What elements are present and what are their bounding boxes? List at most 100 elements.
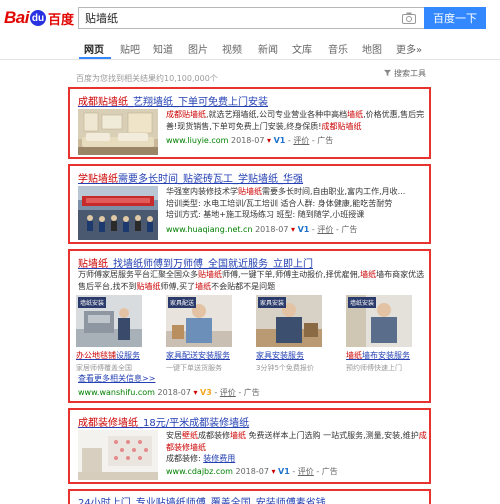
tab-zhidao[interactable]: 知道 <box>153 41 173 56</box>
result-url[interactable]: www.wanshifu.com <box>78 388 155 397</box>
search-result-3: 贴墙纸_找墙纸师傅到万师傅_全国就近服务_立即上门 万师傅家居服务平台汇聚全国众… <box>68 249 431 403</box>
ad-label: 广告 <box>321 467 338 476</box>
desc-text: 成都装修 <box>198 431 230 440</box>
baidu-logo[interactable]: Bai du 百度 <box>4 8 74 28</box>
tab-more[interactable]: 更多» <box>396 41 422 56</box>
tab-tieba[interactable]: 贴吧 <box>120 41 140 56</box>
result-title-rest: 需要多长时间_贴瓷砖瓦工_学贴墙纸_华强 <box>118 174 303 185</box>
result-count: 百度为您找到相关结果约10,100,000个 <box>76 74 218 83</box>
search-tools[interactable]: 搜索工具 <box>384 68 426 79</box>
result-title[interactable]: 学贴墙纸需要多长时间_贴瓷砖瓦工_学贴墙纸_华强 <box>78 170 423 185</box>
tab-images[interactable]: 图片 <box>188 41 208 56</box>
result-title-highlight: 学贴墙纸 <box>78 174 118 185</box>
sub-link-desc: 一键下单送货服务 <box>166 364 222 372</box>
tab-wenku[interactable]: 文库 <box>292 41 312 56</box>
result-date: 2018-07 <box>255 225 289 234</box>
result-url[interactable]: www.cdajbz.com <box>166 467 233 476</box>
ad-label: 广告 <box>341 225 358 234</box>
search-box[interactable] <box>78 7 424 29</box>
desc-text: 华强室内装修技术学 <box>166 187 238 196</box>
sub-link-image[interactable]: 家具安装 <box>256 295 322 347</box>
highlight-text: 贴墙纸 <box>198 270 222 279</box>
sub-link-title[interactable]: 家具安装服务 <box>256 350 322 361</box>
sub-link-title[interactable]: 家具配送安装服务 <box>166 350 232 361</box>
result-title-highlight: 成都装修墙纸 <box>78 418 138 429</box>
desc-text: 培训类型: 水电工培训/瓦工培训 适合人群: 身体健康,能吃苦耐劳 <box>166 198 393 208</box>
highlight-text: 壁纸 <box>182 431 198 440</box>
sub-link-title[interactable]: 墙纸墙布安装服务 <box>346 350 412 361</box>
sub-link-image[interactable]: 墙纸安装 <box>76 295 142 347</box>
result-date: 2018-07 <box>157 388 191 397</box>
sub-link[interactable]: 装修费用 <box>203 454 235 463</box>
tab-video[interactable]: 视频 <box>222 41 242 56</box>
sub-link-image[interactable]: 墙纸安装 <box>346 295 412 347</box>
sub-link-card[interactable]: 家具配送 家具配送安装服务 一键下单送货服务 <box>166 295 232 373</box>
eval-link[interactable]: 评价 <box>293 136 309 145</box>
result-description: 成都贴墙纸,就选艺翔墙纸,公司专业营业各种中高档墙纸,价格优惠,售后完善!现货销… <box>166 109 428 132</box>
highlight-text: 墙纸 <box>195 281 212 291</box>
sub-link-title[interactable]: 办公地毯铺设服务 <box>76 350 142 361</box>
result-url-line: www.huaqiang.net.cn 2018-07 ▾ V1 - 评价 - … <box>166 225 358 234</box>
result-title-highlight: 成都贴墙纸 <box>78 97 128 108</box>
v-badge[interactable]: V1 <box>278 467 290 476</box>
result-description: 万师傅家居服务平台汇聚全国众多贴墙纸师傅,一键下单,师傅主动报价,择优雇佣,墙纸… <box>78 269 428 292</box>
logo-text-cn: 百度 <box>47 12 74 28</box>
search-button[interactable]: 百度一下 <box>424 7 486 29</box>
dropdown-arrow-icon[interactable]: ▾ <box>271 467 275 476</box>
sub-link-row: 成都装修: 装修费用 <box>166 453 235 465</box>
tab-map[interactable]: 地图 <box>362 41 382 56</box>
eval-link[interactable]: 评价 <box>298 467 314 476</box>
sub-link-desc: 3分钟5个免费报价 <box>256 364 314 372</box>
desc-text: 师傅,一键下单,师傅主动报价,择优雇佣, <box>222 270 361 279</box>
sub-link-card[interactable]: 墙纸安装 墙纸墙布安装服务 预约师傅快速上门 <box>346 295 412 373</box>
result-title[interactable]: 贴墙纸_找墙纸师傅到万师傅_全国就近服务_立即上门 <box>78 255 423 270</box>
result-title[interactable]: 成都贴墙纸_艺翔墙纸_下单可免费上门安装 <box>78 93 423 108</box>
sub-link-prefix: 成都装修: <box>166 454 201 463</box>
result-title[interactable]: 24小时上门_专业贴墙纸师傅_覆盖全国_安装师傅素省钱 <box>78 494 423 504</box>
result-date: 2018-07 <box>235 467 269 476</box>
sub-link-card[interactable]: 墙纸安装 办公地毯铺设服务 家居师傅覆盖全国 <box>76 295 142 373</box>
dropdown-arrow-icon[interactable]: ▾ <box>193 388 197 397</box>
result-title-rest: _18元/平米成都装修墙纸 <box>138 418 250 429</box>
tab-news[interactable]: 新闻 <box>258 41 278 56</box>
sub-link-tag: 家具安装 <box>258 297 287 308</box>
result-url[interactable]: www.huaqiang.net.cn <box>166 225 253 234</box>
result-thumbnail[interactable] <box>78 186 158 240</box>
eval-link[interactable]: 评价 <box>317 225 333 234</box>
result-thumbnail[interactable] <box>78 430 158 480</box>
tab-web[interactable]: 网页 <box>84 41 104 56</box>
search-tools-label: 搜索工具 <box>394 69 426 78</box>
highlight-text: 成都贴墙纸 <box>166 110 206 119</box>
sub-link-tag: 墙纸安装 <box>348 297 377 308</box>
result-description: 安居壁纸成都装修墙纸 免费送样本上门选购 一站式服务,测量,安装,维护成都装修墙… <box>166 430 428 453</box>
search-result-4: 成都装修墙纸_18元/平米成都装修墙纸 安居壁纸成都装修墙纸 免费送样本上门选购… <box>68 408 431 484</box>
search-result-1: 成都贴墙纸_艺翔墙纸_下单可免费上门安装 成都贴墙纸,就选艺翔墙纸,公司专业营业… <box>68 87 431 159</box>
result-description: 华强室内装修技术学贴墙纸需要多长时间,自由职业,富内工作,月收... 培训类型: … <box>166 186 428 221</box>
v-badge[interactable]: V1 <box>274 136 286 145</box>
result-title[interactable]: 成都装修墙纸_18元/平米成都装修墙纸 <box>78 414 423 429</box>
eval-link[interactable]: 评价 <box>220 388 236 397</box>
dropdown-arrow-icon[interactable]: ▾ <box>291 225 295 234</box>
dropdown-arrow-icon[interactable]: ▾ <box>267 136 271 145</box>
desc-text: 需要多长时间,自由职业,富内工作,月收... <box>262 187 406 196</box>
highlight-text: 贴墙纸 <box>238 187 262 196</box>
search-result-2: 学贴墙纸需要多长时间_贴瓷砖瓦工_学贴墙纸_华强 华强室内装修技术学贴墙纸需要多… <box>68 164 431 244</box>
ad-label: 广告 <box>317 136 334 145</box>
result-url[interactable]: www.liuyie.com <box>166 136 228 145</box>
result-thumbnail[interactable] <box>78 109 158 155</box>
logo-text-bai: Bai <box>4 8 29 27</box>
result-url-line: www.liuyie.com 2018-07 ▾ V1 - 评价 - 广告 <box>166 136 334 145</box>
sub-link-card[interactable]: 家具安装 家具安装服务 3分钟5个免费报价 <box>256 295 322 373</box>
v-badge[interactable]: V3 <box>200 388 212 397</box>
search-input[interactable] <box>79 8 389 28</box>
camera-icon[interactable] <box>402 12 416 24</box>
highlight-text: 贴墙纸 <box>136 281 161 291</box>
v-badge[interactable]: V1 <box>298 225 310 234</box>
tab-music[interactable]: 音乐 <box>328 41 348 56</box>
desc-line: 培训方式: 基地+施工现场练习 班型: 随到随学,小班授课 <box>166 209 428 221</box>
sub-link-image[interactable]: 家具配送 <box>166 295 232 347</box>
paw-icon: du <box>29 10 46 26</box>
desc-text: 万师傅家居服务平台汇聚全国众多 <box>78 270 198 279</box>
result-url-line: www.wanshifu.com 2018-07 ▾ V3 - 评价 - 广告 <box>78 388 260 397</box>
more-info-link[interactable]: 查看更多相关信息>> <box>78 373 155 385</box>
